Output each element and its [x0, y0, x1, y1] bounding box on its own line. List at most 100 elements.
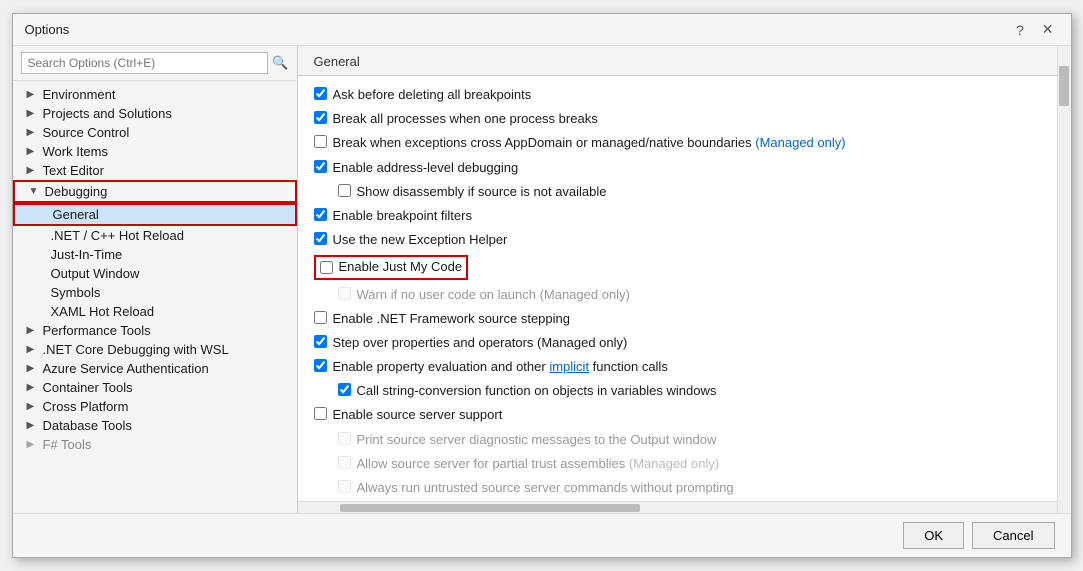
- sidebar-item-work-items[interactable]: ▶ Work Items: [13, 142, 297, 161]
- sidebar-item-dotnet-wsl[interactable]: ▶ .NET Core Debugging with WSL: [13, 340, 297, 359]
- option-label-enable-just-my-code[interactable]: Enable Just My Code: [339, 258, 463, 276]
- option-checkbox-call-string-conversion[interactable]: [338, 383, 351, 396]
- option-checkbox-break-all-processes[interactable]: [314, 111, 327, 124]
- sidebar-item-label: Debugging: [45, 184, 108, 199]
- sidebar-item-symbols[interactable]: Symbols: [13, 283, 297, 302]
- option-label-enable-dotnet-source[interactable]: Enable .NET Framework source stepping: [333, 310, 570, 328]
- option-break-all-processes: Break all processes when one process bre…: [314, 110, 1041, 128]
- option-checkbox-show-disassembly[interactable]: [338, 184, 351, 197]
- sidebar-item-label: Source Control: [43, 125, 130, 140]
- tree-area: ▶ Environment ▶ Projects and Solutions ▶…: [13, 81, 297, 513]
- section-title: General: [314, 54, 360, 69]
- options-area: Ask before deleting all breakpoints Brea…: [298, 76, 1057, 501]
- sidebar-item-label: Performance Tools: [43, 323, 151, 338]
- arrow-icon: ▶: [27, 108, 39, 119]
- option-label-new-exception-helper[interactable]: Use the new Exception Helper: [333, 231, 508, 249]
- sidebar-item-label: Azure Service Authentication: [43, 361, 209, 376]
- option-checkbox-enable-just-my-code[interactable]: [320, 261, 333, 274]
- arrow-icon: ▶: [27, 325, 39, 336]
- sidebar-item-cross-platform[interactable]: ▶ Cross Platform: [13, 397, 297, 416]
- arrow-icon: ▶: [27, 127, 39, 138]
- search-icon: 🔍: [272, 55, 288, 71]
- arrow-icon: ▶: [27, 146, 39, 157]
- sidebar-item-label: Symbols: [51, 285, 101, 300]
- title-bar: Options ? ✕: [13, 14, 1071, 46]
- option-checkbox-allow-partial-trust: [338, 456, 351, 469]
- option-checkbox-ask-before-delete[interactable]: [314, 87, 327, 100]
- sidebar-item-environment[interactable]: ▶ Environment: [13, 85, 297, 104]
- right-panel: General Ask before deleting all breakpoi…: [298, 46, 1057, 513]
- sidebar-item-xaml-hot-reload[interactable]: XAML Hot Reload: [13, 302, 297, 321]
- option-enable-breakpoint-filters: Enable breakpoint filters: [314, 207, 1041, 225]
- sidebar-item-general[interactable]: General: [13, 203, 297, 226]
- close-button[interactable]: ✕: [1037, 19, 1059, 40]
- option-checkbox-enable-address-level[interactable]: [314, 160, 327, 173]
- scrollbar-v-thumb[interactable]: [1059, 66, 1069, 106]
- cancel-button[interactable]: Cancel: [972, 522, 1054, 549]
- sidebar-item-output-window[interactable]: Output Window: [13, 264, 297, 283]
- sidebar-item-performance-tools[interactable]: ▶ Performance Tools: [13, 321, 297, 340]
- search-box: 🔍: [13, 46, 297, 81]
- sidebar-item-source-control[interactable]: ▶ Source Control: [13, 123, 297, 142]
- option-label-enable-breakpoint-filters[interactable]: Enable breakpoint filters: [333, 207, 472, 225]
- option-enable-dotnet-source: Enable .NET Framework source stepping: [314, 310, 1041, 328]
- sidebar-item-azure-auth[interactable]: ▶ Azure Service Authentication: [13, 359, 297, 378]
- options-dialog: Options ? ✕ 🔍 ▶ Environment ▶ Pro: [12, 13, 1072, 558]
- sidebar-item-hot-reload[interactable]: .NET / C++ Hot Reload: [13, 226, 297, 245]
- sidebar-item-container-tools[interactable]: ▶ Container Tools: [13, 378, 297, 397]
- title-bar-controls: ? ✕: [1011, 19, 1059, 40]
- option-checkbox-enable-property-eval[interactable]: [314, 359, 327, 372]
- sidebar-item-label: .NET Core Debugging with WSL: [43, 342, 229, 357]
- option-step-over-properties: Step over properties and operators (Mana…: [314, 334, 1041, 352]
- option-label-print-source-diagnostic: Print source server diagnostic messages …: [357, 431, 717, 449]
- sidebar-item-label: Just-In-Time: [51, 247, 123, 262]
- option-enable-just-my-code: Enable Just My Code: [314, 255, 1041, 279]
- arrow-icon: ▶: [27, 401, 39, 412]
- scrollbar-thumb[interactable]: [340, 504, 640, 512]
- option-label-show-disassembly[interactable]: Show disassembly if source is not availa…: [357, 183, 607, 201]
- ok-button[interactable]: OK: [903, 522, 964, 549]
- option-label-call-string-conversion[interactable]: Call string-conversion function on objec…: [357, 382, 717, 400]
- option-label-break-exceptions-cross[interactable]: Break when exceptions cross AppDomain or…: [333, 134, 846, 152]
- option-label-step-over-properties[interactable]: Step over properties and operators (Mana…: [333, 334, 628, 352]
- arrow-icon: ▶: [27, 165, 39, 176]
- search-input[interactable]: [21, 52, 269, 74]
- option-checkbox-enable-source-server[interactable]: [314, 407, 327, 420]
- help-button[interactable]: ?: [1011, 20, 1029, 40]
- option-break-exceptions-cross: Break when exceptions cross AppDomain or…: [314, 134, 1041, 152]
- option-ask-before-delete: Ask before deleting all breakpoints: [314, 86, 1041, 104]
- sidebar-item-database-tools[interactable]: ▶ Database Tools: [13, 416, 297, 435]
- sidebar-item-label: General: [53, 207, 99, 222]
- sidebar-item-projects-solutions[interactable]: ▶ Projects and Solutions: [13, 104, 297, 123]
- option-label-ask-before-delete[interactable]: Ask before deleting all breakpoints: [333, 86, 532, 104]
- sidebar-item-label: Text Editor: [43, 163, 104, 178]
- option-checkbox-break-exceptions-cross[interactable]: [314, 135, 327, 148]
- option-new-exception-helper: Use the new Exception Helper: [314, 231, 1041, 249]
- arrow-icon: ▶: [27, 89, 39, 100]
- option-label-enable-address-level[interactable]: Enable address-level debugging: [333, 159, 519, 177]
- option-label-break-all-processes[interactable]: Break all processes when one process bre…: [333, 110, 598, 128]
- dialog-title: Options: [25, 22, 70, 37]
- vertical-scrollbar[interactable]: [1057, 46, 1071, 513]
- option-print-source-diagnostic: Print source server diagnostic messages …: [314, 431, 1041, 449]
- arrow-icon: ▶: [27, 420, 39, 431]
- sidebar-item-fsharp-tools[interactable]: ▶ F# Tools: [13, 435, 297, 454]
- option-label-enable-property-eval[interactable]: Enable property evaluation and other imp…: [333, 358, 668, 376]
- sidebar-item-debugging[interactable]: ▼ Debugging: [13, 180, 297, 203]
- option-checkbox-new-exception-helper[interactable]: [314, 232, 327, 245]
- sidebar-item-label: Environment: [43, 87, 116, 102]
- option-label-enable-source-server[interactable]: Enable source server support: [333, 406, 503, 424]
- option-label-allow-partial-trust: Allow source server for partial trust as…: [357, 455, 720, 473]
- sidebar-item-label: Output Window: [51, 266, 140, 281]
- option-checkbox-step-over-properties[interactable]: [314, 335, 327, 348]
- option-checkbox-enable-breakpoint-filters[interactable]: [314, 208, 327, 221]
- option-call-string-conversion: Call string-conversion function on objec…: [314, 382, 1041, 400]
- horizontal-scrollbar[interactable]: [298, 501, 1057, 513]
- sidebar-item-just-in-time[interactable]: Just-In-Time: [13, 245, 297, 264]
- option-label-warn-no-user-code: Warn if no user code on launch (Managed …: [357, 286, 630, 304]
- sidebar-item-text-editor[interactable]: ▶ Text Editor: [13, 161, 297, 180]
- option-checkbox-warn-no-user-code: [338, 287, 351, 300]
- option-checkbox-enable-dotnet-source[interactable]: [314, 311, 327, 324]
- option-enable-property-eval: Enable property evaluation and other imp…: [314, 358, 1041, 376]
- option-enable-address-level: Enable address-level debugging: [314, 159, 1041, 177]
